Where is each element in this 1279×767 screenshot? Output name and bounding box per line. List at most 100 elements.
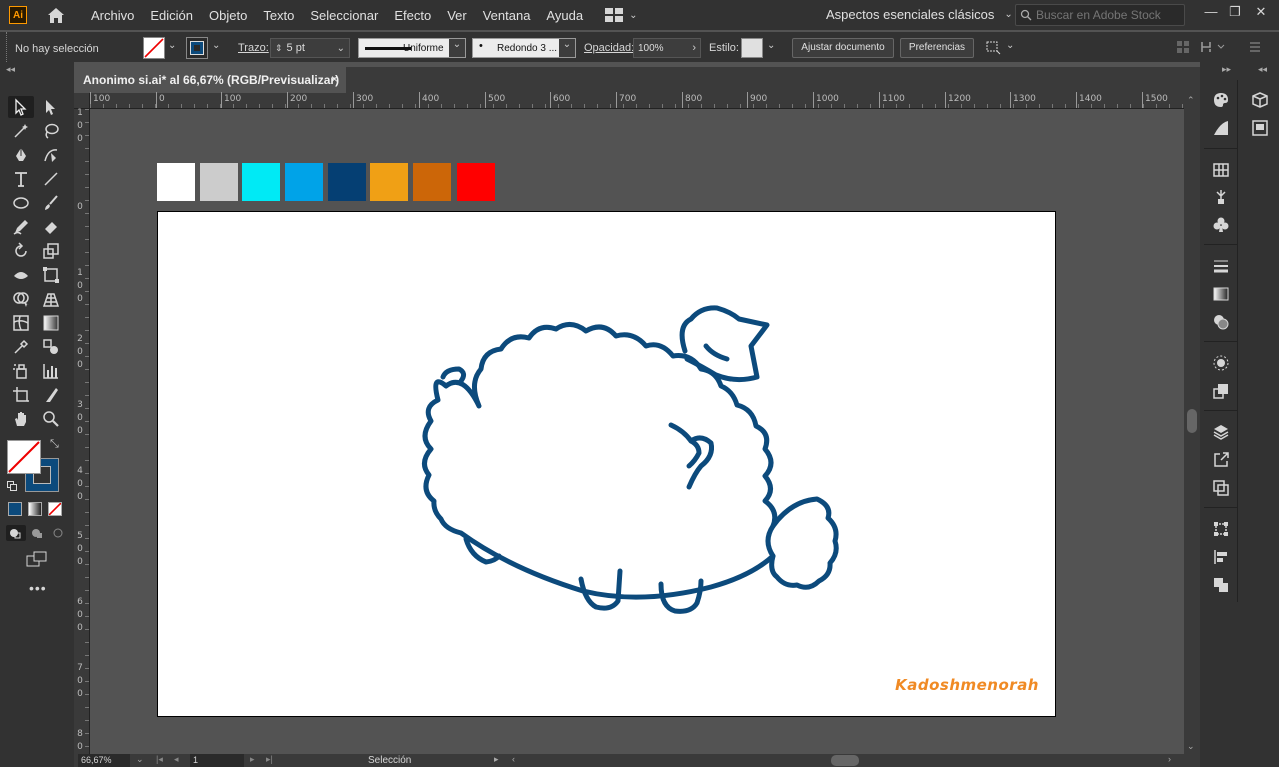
chevron-down-icon[interactable]: ⌄ [1006,40,1014,51]
workspace-switcher[interactable]: Aspectos esenciales clásicos ⌄ [826,7,1013,22]
sheep-illustration[interactable] [158,212,1057,718]
swatch-dark-orange[interactable] [413,163,451,201]
draw-inside-button[interactable] [48,525,68,541]
restore-button[interactable]: ❐ [1226,4,1244,22]
home-icon[interactable] [45,5,67,25]
appearance-panel-button[interactable] [1210,353,1232,373]
menu-efecto[interactable]: Efecto [394,8,431,23]
previous-artboard-icon[interactable]: ◂ [174,754,179,765]
selection-tool[interactable] [8,96,34,118]
swatch-sky-blue[interactable] [285,163,323,201]
stroke-dropdown-arrow[interactable]: ⌄ [212,40,220,51]
default-fill-stroke-icon[interactable] [7,481,17,491]
draw-behind-button[interactable] [27,525,47,541]
artboards-panel-button[interactable] [1210,478,1232,498]
brushes-panel-button[interactable] [1210,187,1232,207]
color-guide-panel-button[interactable] [1210,118,1232,138]
color-mode-button[interactable] [8,502,22,516]
arrange-documents-button[interactable]: ⌄ [605,8,637,22]
curvature-tool[interactable] [38,144,64,166]
opacity-field[interactable]: 100% › [633,38,701,58]
swatch-white[interactable] [157,163,195,201]
brush-dropdown[interactable]: • Redondo 3 ... ⌄ [472,38,576,58]
mesh-tool[interactable] [8,312,34,334]
perspective-grid-tool[interactable] [38,288,64,310]
chevron-down-icon[interactable]: ⌄ [136,754,144,765]
scroll-right-icon[interactable]: › [1168,754,1171,764]
status-menu-arrow-icon[interactable]: ▸ [494,754,499,765]
close-window-button[interactable]: ✕ [1252,4,1270,22]
graphic-style-swatch[interactable] [741,38,763,58]
menu-edicion[interactable]: Edición [150,8,193,23]
fit-document-button[interactable]: Ajustar documento [792,38,894,58]
collapse-panels-icon[interactable]: ◂◂ [1258,64,1267,75]
symbols-panel-button[interactable] [1210,215,1232,235]
swatches-panel-button[interactable] [1210,160,1232,180]
graphic-styles-panel-button[interactable] [1210,381,1232,401]
opacity-label[interactable]: Opacidad: [584,42,634,54]
magic-wand-tool[interactable] [8,120,34,142]
swatch-red[interactable] [457,163,495,201]
next-artboard-icon[interactable]: ▸ [250,754,255,765]
preferences-button[interactable]: Preferencias [900,38,974,58]
minimize-button[interactable]: — [1202,4,1220,22]
menu-texto[interactable]: Texto [263,8,294,23]
type-tool[interactable] [8,168,34,190]
document-tab[interactable]: Anonimo si.ai* al 66,67% (RGB/Previsuali… [74,67,346,93]
artboard-tool[interactable] [8,384,34,406]
horizontal-scroll-thumb[interactable] [831,755,859,766]
eyedropper-tool[interactable] [8,336,34,358]
layers-panel-button[interactable] [1210,422,1232,442]
zoom-field[interactable]: 66,67% [78,754,130,767]
scroll-down-icon[interactable]: ⌄ [1187,741,1195,752]
fill-swatch[interactable] [143,37,165,59]
stock-search-input[interactable] [1036,8,1176,22]
export-panel-button[interactable] [1210,450,1232,470]
vertical-scrollbar[interactable]: ⌃ ⌄ [1184,93,1200,754]
scroll-left-icon[interactable]: ‹ [512,754,515,764]
gradient-panel-button[interactable] [1210,284,1232,304]
swatch-cyan[interactable] [242,163,280,201]
artboard-number-field[interactable]: 1 [190,754,244,767]
free-transform-tool[interactable] [38,264,64,286]
style-dropdown-arrow[interactable]: ⌄ [767,40,775,51]
gradient-tool[interactable] [38,312,64,334]
horizontal-ruler[interactable]: 100 0 100 200 300 400 500 600 700 800 900 1000 1100 1… [90,92,1200,109]
fill-dropdown-arrow[interactable]: ⌄ [168,40,176,51]
first-artboard-icon[interactable]: |◂ [156,754,163,765]
stroke-panel-button[interactable] [1210,256,1232,276]
stroke-label[interactable]: Trazo: [238,42,269,54]
swatch-navy[interactable] [328,163,366,201]
swatch-light-gray[interactable] [200,163,238,201]
slice-tool[interactable] [38,384,64,406]
expand-panels-icon[interactable]: ▸▸ [1222,64,1231,75]
eraser-tool[interactable] [38,216,64,238]
blend-tool[interactable] [38,336,64,358]
swatch-orange[interactable] [370,163,408,201]
grip-handle[interactable] [6,32,8,62]
column-graph-tool[interactable] [38,360,64,382]
isolate-icon[interactable] [1176,40,1190,57]
fill-color-widget[interactable] [7,440,41,474]
color-panel-button[interactable] [1210,90,1232,110]
vertical-ruler[interactable]: 1000100200300400500600700800 [74,108,90,765]
control-bar-menu-icon[interactable] [1248,40,1262,57]
rotate-tool[interactable] [8,240,34,262]
swap-fill-stroke-icon[interactable]: ⤡ [50,438,59,451]
screen-mode-button[interactable] [26,551,48,570]
gradient-mode-button[interactable] [28,502,42,516]
lasso-tool[interactable] [38,120,64,142]
direct-selection-tool[interactable] [38,96,64,118]
panel-menu-icon[interactable] [1200,40,1228,57]
artboard[interactable]: Kadoshmenorah [157,211,1056,717]
stroke-swatch[interactable] [186,37,208,59]
pen-tool[interactable] [8,144,34,166]
menu-ventana[interactable]: Ventana [483,8,531,23]
close-tab-button[interactable]: × [331,72,338,86]
scroll-up-icon[interactable]: ⌃ [1187,95,1195,106]
line-segment-tool[interactable] [38,168,64,190]
collapse-panel-icon[interactable]: ◂◂ [6,64,15,75]
transparency-panel-button[interactable] [1210,312,1232,332]
stock-search-field[interactable] [1015,4,1185,26]
symbol-sprayer-tool[interactable] [8,360,34,382]
